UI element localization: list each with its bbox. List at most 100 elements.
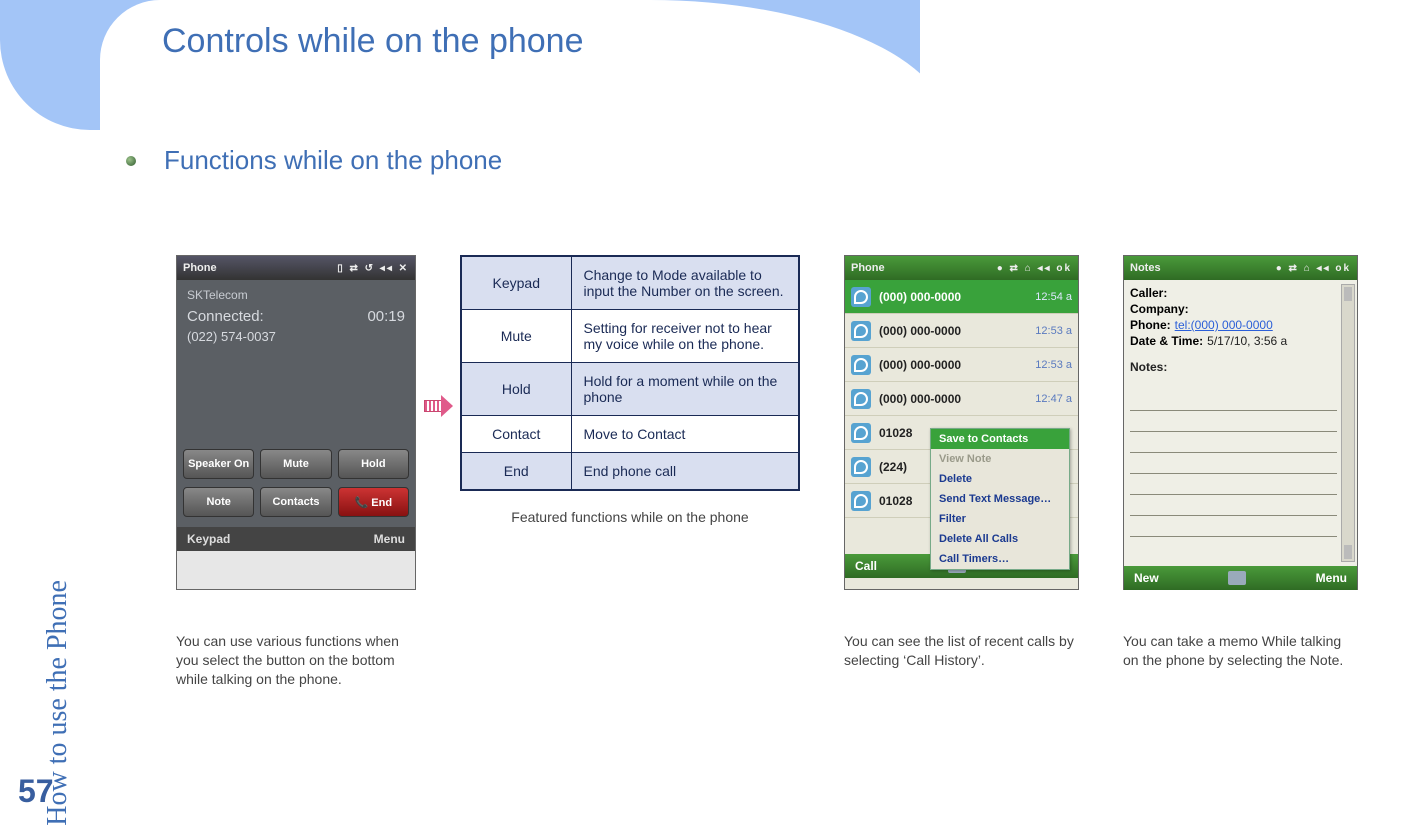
ss1-soft-left[interactable]: Keypad	[187, 532, 230, 546]
menu-item-delete[interactable]: Delete	[931, 469, 1069, 489]
call-number: (000) 000-0000	[879, 392, 1027, 406]
ss2-titlebar: Phone ● ⇄ ⌂ ◂◂ ok	[845, 256, 1078, 280]
feat-desc: End phone call	[571, 453, 799, 491]
ss1-caption: You can use various functions when you s…	[176, 632, 416, 689]
feature-table-caption: Featured functions while on the phone	[460, 509, 800, 525]
ss1-softbar: Keypad Menu	[177, 527, 415, 551]
ss2-title: Phone	[851, 262, 885, 274]
end-button[interactable]: 📞 End	[338, 487, 409, 517]
datetime-value: 5/17/10, 3:56 a	[1207, 334, 1287, 348]
ss2-status-icons: ● ⇄ ⌂ ◂◂ ok	[997, 263, 1072, 274]
note-button[interactable]: Note	[183, 487, 254, 517]
list-item[interactable]: (000) 000-0000 12:53 a	[845, 314, 1078, 348]
call-number: (000) 000-0000	[879, 290, 1027, 304]
menu-item-filter[interactable]: Filter	[931, 509, 1069, 529]
ss3-title: Notes	[1130, 262, 1161, 274]
contacts-button[interactable]: Contacts	[260, 487, 331, 517]
feat-name: End	[461, 453, 571, 491]
screenshot-in-call: Phone ▯ ⇄ ↺ ◂◂ ✕ SKTelecom Connected: 00…	[176, 255, 416, 590]
feat-desc: Hold for a moment while on the phone	[571, 363, 799, 416]
feat-name: Mute	[461, 310, 571, 363]
column-feature-table: Keypad Change to Mode available to input…	[460, 255, 800, 525]
phone-label: Phone:	[1130, 318, 1171, 332]
table-row: Keypad Change to Mode available to input…	[461, 256, 799, 310]
feat-name: Keypad	[461, 256, 571, 310]
mute-button[interactable]: Mute	[260, 449, 331, 479]
ss2-caption: You can see the list of recent calls by …	[844, 632, 1074, 670]
list-item[interactable]: (000) 000-0000 12:47 a	[845, 382, 1078, 416]
screenshot-notes: Notes ● ⇄ ⌂ ◂◂ ok Caller: Company: Phone…	[1123, 255, 1358, 590]
column-call-history: Phone ● ⇄ ⌂ ◂◂ ok (000) 000-0000 12:54 a…	[844, 255, 1079, 670]
ss1-number: (022) 574-0037	[187, 329, 405, 344]
menu-item-save-contacts[interactable]: Save to Contacts	[931, 429, 1069, 449]
keyboard-icon[interactable]	[1228, 571, 1246, 585]
scrollbar[interactable]	[1341, 284, 1355, 562]
bullet-icon	[126, 156, 136, 166]
company-label: Company:	[1130, 302, 1189, 316]
speaker-button[interactable]: Speaker On	[183, 449, 254, 479]
feat-name: Contact	[461, 416, 571, 453]
screenshot-call-history: Phone ● ⇄ ⌂ ◂◂ ok (000) 000-0000 12:54 a…	[844, 255, 1079, 590]
ss1-status-icons: ▯ ⇄ ↺ ◂◂ ✕	[337, 263, 409, 274]
phone-icon	[851, 423, 871, 443]
list-item[interactable]: (000) 000-0000 12:53 a	[845, 348, 1078, 382]
table-row: Contact Move to Contact	[461, 416, 799, 453]
table-row: End End phone call	[461, 453, 799, 491]
menu-item-call-timers[interactable]: Call Timers…	[931, 549, 1069, 569]
call-number: (000) 000-0000	[879, 324, 1027, 338]
ss2-soft-left[interactable]: Call	[855, 559, 877, 573]
arrow-icon	[424, 395, 452, 417]
phone-icon	[851, 457, 871, 477]
ss3-soft-left[interactable]: New	[1134, 571, 1159, 585]
ss2-list: (000) 000-0000 12:54 a (000) 000-0000 12…	[845, 280, 1078, 554]
call-time: 12:53 a	[1035, 325, 1072, 337]
page-number: 57	[18, 773, 54, 810]
ss1-soft-right[interactable]: Menu	[374, 532, 405, 546]
menu-item-view-note: View Note	[931, 449, 1069, 469]
ss3-soft-right[interactable]: Menu	[1316, 571, 1347, 585]
page-title: Controls while on the phone	[162, 22, 584, 61]
caller-label: Caller:	[1130, 286, 1167, 300]
call-time: 12:53 a	[1035, 359, 1072, 371]
feature-table: Keypad Change to Mode available to input…	[460, 255, 800, 491]
ss1-title: Phone	[183, 262, 217, 274]
phone-icon	[851, 321, 871, 341]
column-notes: Notes ● ⇄ ⌂ ◂◂ ok Caller: Company: Phone…	[1123, 255, 1358, 670]
ss1-titlebar: Phone ▯ ⇄ ↺ ◂◂ ✕	[177, 256, 415, 280]
ss1-carrier: SKTelecom	[187, 288, 405, 302]
phone-icon	[851, 491, 871, 511]
phone-icon	[851, 355, 871, 375]
menu-item-send-text[interactable]: Send Text Message…	[931, 489, 1069, 509]
ss1-duration: 00:19	[367, 308, 405, 325]
ss3-softbar: New Menu	[1124, 566, 1357, 590]
table-row: Hold Hold for a moment while on the phon…	[461, 363, 799, 416]
table-row: Mute Setting for receiver not to hear my…	[461, 310, 799, 363]
content-row: Phone ▯ ⇄ ↺ ◂◂ ✕ SKTelecom Connected: 00…	[176, 255, 1352, 689]
phone-icon	[851, 389, 871, 409]
feat-desc: Setting for receiver not to hear my voic…	[571, 310, 799, 363]
ss3-form: Caller: Company: Phone: tel:(000) 000-00…	[1124, 280, 1357, 566]
ss1-body: SKTelecom Connected: 00:19 (022) 574-003…	[177, 280, 415, 527]
ss3-titlebar: Notes ● ⇄ ⌂ ◂◂ ok	[1124, 256, 1357, 280]
ss1-connected-label: Connected:	[187, 308, 264, 325]
ss3-status-icons: ● ⇄ ⌂ ◂◂ ok	[1276, 263, 1351, 274]
notes-ruled-area[interactable]	[1130, 390, 1337, 556]
ss3-caption: You can take a memo While talking on the…	[1123, 632, 1358, 670]
section-title: Functions while on the phone	[164, 145, 502, 176]
datetime-label: Date & Time:	[1130, 334, 1203, 348]
phone-link[interactable]: tel:(000) 000-0000	[1175, 318, 1273, 332]
feat-desc: Move to Contact	[571, 416, 799, 453]
column-incall: Phone ▯ ⇄ ↺ ◂◂ ✕ SKTelecom Connected: 00…	[176, 255, 416, 689]
call-time: 12:54 a	[1035, 291, 1072, 303]
menu-item-delete-all[interactable]: Delete All Calls	[931, 529, 1069, 549]
phone-icon	[851, 287, 871, 307]
call-number: (000) 000-0000	[879, 358, 1027, 372]
context-menu: Save to Contacts View Note Delete Send T…	[930, 428, 1070, 570]
hold-button[interactable]: Hold	[338, 449, 409, 479]
call-time: 12:47 a	[1035, 393, 1072, 405]
notes-label: Notes:	[1130, 360, 1351, 374]
section-heading: Functions while on the phone	[126, 145, 502, 176]
list-item[interactable]: (000) 000-0000 12:54 a	[845, 280, 1078, 314]
feat-desc: Change to Mode available to input the Nu…	[571, 256, 799, 310]
feat-name: Hold	[461, 363, 571, 416]
